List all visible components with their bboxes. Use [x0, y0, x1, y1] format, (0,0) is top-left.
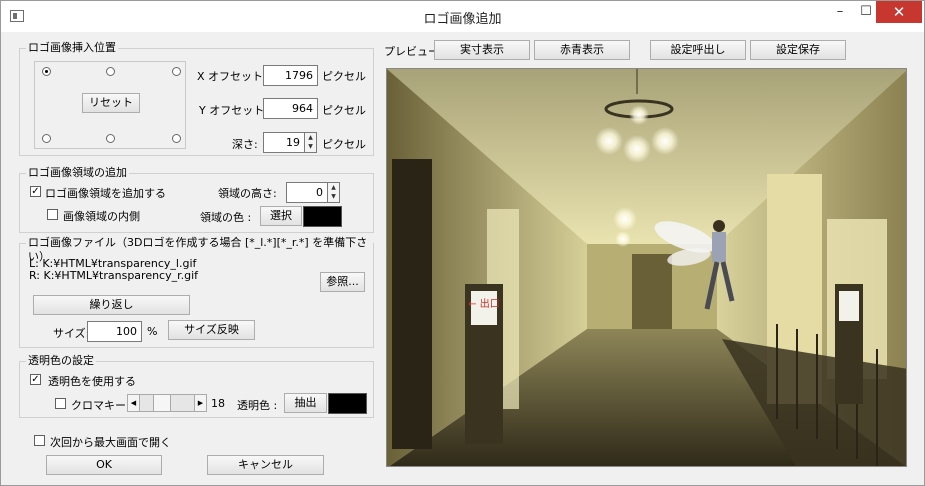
y-unit-label: ピクセル [322, 104, 366, 117]
load-settings-button[interactable]: 設定呼出し [650, 40, 746, 60]
chroma-right-arrow-icon[interactable]: ▶ [194, 394, 207, 412]
depth-label: 深さ: [232, 138, 258, 151]
repeat-button[interactable]: 繰り返し [33, 295, 190, 315]
x-unit-label: ピクセル [322, 70, 366, 83]
inside-area-label: 画像領域の内側 [63, 210, 140, 223]
depth-input[interactable]: 19 [263, 132, 305, 153]
area-height-spinner[interactable]: ▲ ▼ [328, 182, 340, 203]
anchor-top-left-radio[interactable] [42, 67, 51, 76]
area-color-label: 領域の色 : [200, 211, 252, 224]
anchor-top-center-radio[interactable] [106, 67, 115, 76]
area-group-title: ロゴ画像領域の追加 [26, 166, 129, 180]
y-offset-input[interactable]: 964 [263, 98, 318, 119]
spin-up-icon[interactable]: ▲ [305, 133, 316, 142]
transparent-color-label: 透明色 : [237, 399, 278, 412]
exit-sign-text: ← 出口 [468, 297, 500, 310]
apply-size-button[interactable]: サイズ反映 [168, 320, 255, 340]
actual-size-button[interactable]: 実寸表示 [434, 40, 530, 60]
depth-unit-label: ピクセル [322, 138, 366, 151]
x-offset-input[interactable]: 1796 [263, 65, 318, 86]
chroma-key-label: クロマキー [71, 399, 126, 412]
spin-up-icon[interactable]: ▲ [328, 183, 339, 192]
size-input[interactable]: 100 [87, 321, 142, 342]
chroma-left-arrow-icon[interactable]: ◀ [127, 394, 140, 412]
spin-down-icon[interactable]: ▼ [328, 192, 339, 201]
area-height-label: 領域の高さ: [218, 187, 277, 200]
dialog-window: ロゴ画像追加 – ☐ ✕ ロゴ画像挿入位置 リセット X オフセット: 1796… [0, 0, 925, 486]
maximize-next-label: 次回から最大画面で開く [50, 436, 171, 449]
preview-image: ← 出口 [386, 68, 907, 467]
area-color-select-button[interactable]: 選択 [260, 206, 302, 226]
area-color-swatch[interactable] [303, 206, 342, 227]
preview-label: プレビュー [384, 45, 439, 58]
reset-button[interactable]: リセット [82, 93, 140, 113]
use-transparent-label: 透明色を使用する [48, 375, 136, 388]
ok-button[interactable]: OK [46, 455, 162, 475]
anchor-bottom-left-radio[interactable] [42, 134, 51, 143]
close-button[interactable]: ✕ [876, 1, 922, 23]
add-area-checkbox[interactable]: ✓ [30, 186, 41, 197]
size-label: サイズ: [53, 327, 90, 340]
add-area-label: ロゴ画像領域を追加する [45, 187, 166, 200]
y-offset-label: Y オフセット: [199, 104, 268, 117]
position-group-title: ロゴ画像挿入位置 [26, 41, 118, 55]
transparent-group-title: 透明色の設定 [26, 354, 96, 368]
right-file-path: R: K:¥HTML¥transparency_r.gif [29, 269, 199, 282]
transparent-color-swatch[interactable] [328, 393, 367, 414]
chroma-slider-thumb[interactable] [153, 395, 171, 411]
anchor-top-right-radio[interactable] [172, 67, 181, 76]
preview-photo: ← 出口 [387, 69, 906, 466]
chroma-value: 18 [211, 397, 225, 410]
size-unit-label: % [147, 325, 158, 338]
maximize-next-checkbox[interactable] [34, 435, 45, 446]
use-transparent-checkbox[interactable]: ✓ [30, 374, 41, 385]
save-settings-button[interactable]: 設定保存 [750, 40, 846, 60]
spin-down-icon[interactable]: ▼ [305, 142, 316, 151]
cancel-button[interactable]: キャンセル [207, 455, 324, 475]
area-height-input[interactable]: 0 [286, 182, 328, 203]
inside-area-checkbox[interactable] [47, 209, 58, 220]
anchor-bottom-right-radio[interactable] [172, 134, 181, 143]
title-bar: ロゴ画像追加 – ☐ ✕ [1, 1, 924, 32]
browse-button[interactable]: 参照... [320, 272, 365, 292]
depth-spinner[interactable]: ▲ ▼ [305, 132, 317, 153]
x-offset-label: X オフセット: [197, 70, 267, 83]
window-title: ロゴ画像追加 [423, 12, 502, 27]
chroma-key-checkbox[interactable] [55, 398, 66, 409]
red-blue-view-button[interactable]: 赤青表示 [534, 40, 630, 60]
anchor-bottom-center-radio[interactable] [106, 134, 115, 143]
extract-color-button[interactable]: 抽出 [284, 393, 327, 413]
chroma-slider-track[interactable] [140, 394, 194, 412]
